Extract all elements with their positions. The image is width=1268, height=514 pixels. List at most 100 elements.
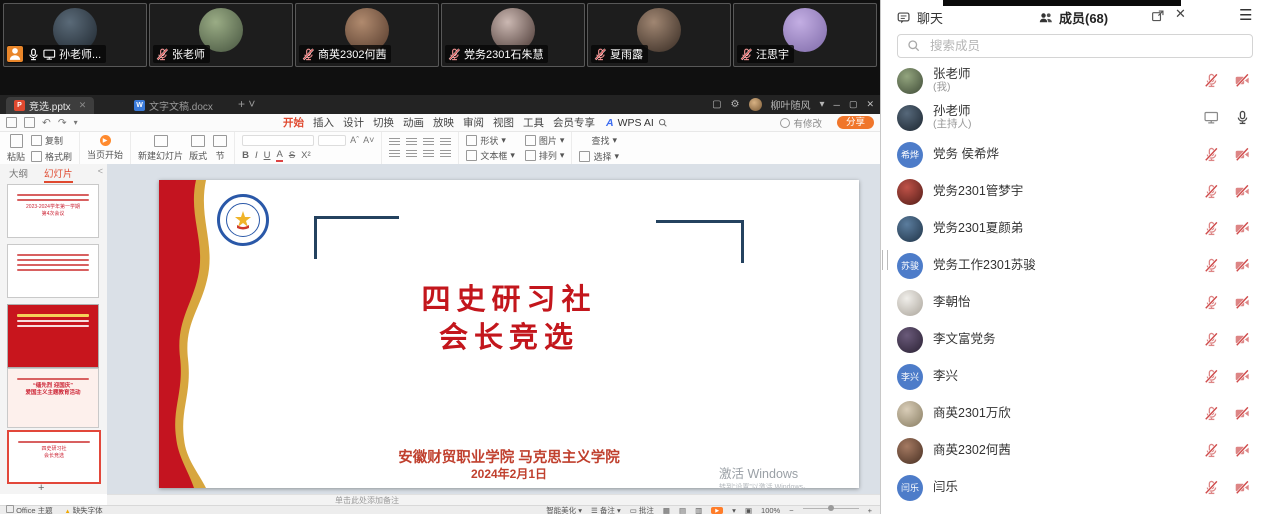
new-slide-button[interactable]: 新建幻灯片 (138, 135, 183, 162)
cam-muted-icon[interactable] (1235, 73, 1250, 88)
justify-icon[interactable] (440, 150, 451, 158)
view-sorter-icon[interactable]: ▤ (679, 506, 686, 514)
settings-gear-icon[interactable]: ⚙ (731, 99, 740, 110)
mic-on-icon[interactable] (1235, 110, 1250, 125)
underline-button[interactable]: U (264, 150, 271, 161)
member-row[interactable]: 党务2301夏颜弟 (881, 210, 1268, 247)
ribbon-search-icon[interactable] (658, 118, 668, 128)
comments-button[interactable]: ▭ 批注 (630, 505, 654, 514)
chevron-down-icon[interactable]: ▾ (820, 99, 825, 110)
picture-button[interactable]: 图片 ▾ (525, 134, 565, 147)
video-tile[interactable]: 党务2301石朱慧 (441, 3, 585, 67)
cam-muted-icon[interactable] (1235, 258, 1250, 273)
mic-muted-icon[interactable] (1204, 295, 1219, 310)
cam-muted-icon[interactable] (1235, 147, 1250, 162)
new-document-tab-button[interactable]: + ˅ (238, 97, 255, 111)
cam-muted-icon[interactable] (1235, 184, 1250, 199)
member-row[interactable]: 党务2301管梦宇 (881, 173, 1268, 210)
font-family-select[interactable] (242, 135, 314, 146)
ribbon-tab-设计[interactable]: 设计 (343, 115, 364, 130)
file-tab-doc[interactable]: W文字文稿.docx (126, 97, 221, 114)
cam-muted-icon[interactable] (1235, 295, 1250, 310)
arrange-button[interactable]: 排列 ▾ (525, 149, 565, 162)
ribbon-tab-审阅[interactable]: 审阅 (463, 115, 484, 130)
zoom-slider[interactable] (803, 508, 859, 509)
zoom-out-button[interactable]: − (789, 506, 793, 514)
maximize-button[interactable]: ▢ (849, 99, 858, 110)
notes-toggle-button[interactable]: ☰ 备注 ▾ (591, 505, 621, 514)
slide-thumbnail-1[interactable]: 2023-2024学年第一学期第4次会议 (7, 184, 99, 238)
font-color-button[interactable]: A (276, 149, 282, 162)
mic-muted-icon[interactable] (1204, 332, 1219, 347)
font-shrink-icon[interactable]: A˅ (363, 135, 374, 145)
line-spacing-icon[interactable] (440, 138, 451, 146)
font-grow-icon[interactable]: Aˆ (350, 135, 359, 145)
copy-button[interactable]: 复制 (31, 134, 72, 147)
ribbon-tab-工具[interactable]: 工具 (523, 115, 544, 130)
mic-muted-icon[interactable] (1204, 147, 1219, 162)
print-icon[interactable] (24, 117, 35, 128)
shapes-button[interactable]: 形状 ▾ (466, 134, 515, 147)
play-from-current-button[interactable]: ▶ 当页开始 (87, 135, 123, 161)
slide-canvas[interactable]: 四史研习社 会长竞选 安徽财贸职业学院 马克思主义学院 2024年2月1日 激活… (159, 180, 859, 488)
mic-muted-icon[interactable] (1204, 406, 1219, 421)
mic-muted-icon[interactable] (1204, 258, 1219, 273)
view-normal-icon[interactable]: ▦ (663, 506, 670, 514)
layout-button[interactable]: 版式 (189, 135, 207, 162)
tab-chat[interactable]: 聊天 (897, 8, 943, 27)
select-button[interactable]: 选择 ▾ (579, 150, 619, 163)
zoom-slider-knob[interactable] (828, 505, 834, 511)
wps-user-name[interactable]: 柳叶随风 (771, 97, 811, 112)
cam-muted-icon[interactable] (1235, 369, 1250, 384)
view-reading-icon[interactable]: ▥ (695, 506, 702, 514)
cam-muted-icon[interactable] (1235, 443, 1250, 458)
screen-icon[interactable] (1204, 110, 1219, 125)
chevron-down-icon[interactable]: ▾ (74, 118, 78, 127)
superscript-button[interactable]: X² (301, 150, 311, 161)
missing-fonts-warning[interactable]: ▲ 缺失字体 (65, 505, 103, 514)
video-tile[interactable]: 汪思宇 (733, 3, 877, 67)
split-view-icon[interactable]: ▢ (712, 99, 721, 110)
find-button[interactable]: 查找 ▾ (579, 134, 619, 147)
mic-muted-icon[interactable] (1204, 221, 1219, 236)
ribbon-tab-开始[interactable]: 开始 (283, 115, 304, 130)
mic-muted-icon[interactable] (1204, 443, 1219, 458)
file-tab-ppt[interactable]: P竞选.pptx✕ (6, 97, 94, 114)
italic-button[interactable]: I (255, 150, 258, 161)
member-row[interactable]: 李文富党务 (881, 321, 1268, 358)
wps-ai-cluster[interactable]: A WPS AI (606, 114, 668, 131)
tab-slides[interactable]: 幻灯片 (44, 166, 73, 183)
video-tile[interactable]: 孙老师... (3, 3, 147, 67)
video-tile[interactable]: 张老师 (149, 3, 293, 67)
zoom-in-button[interactable]: + (868, 506, 872, 514)
fullscreen-icon[interactable]: ▣ (745, 506, 752, 514)
slide-thumbnail-5[interactable]: 四史研习社会长竞选 (7, 430, 101, 484)
format-painter-button[interactable]: 格式刷 (31, 150, 72, 163)
ribbon-tab-放映[interactable]: 放映 (433, 115, 454, 130)
undo-icon[interactable]: ↶ (42, 117, 51, 129)
share-button[interactable]: 分享 (837, 116, 874, 129)
slide-thumbnail-3[interactable] (7, 304, 99, 368)
wps-user-avatar[interactable] (749, 98, 762, 111)
align-right-icon[interactable] (423, 150, 434, 158)
mic-muted-icon[interactable] (1204, 480, 1219, 495)
smart-beautify-button[interactable]: 智能美化 ▾ (546, 505, 582, 514)
collapse-panel-icon[interactable]: < (98, 166, 103, 176)
strikethrough-button[interactable]: S (289, 150, 295, 161)
member-row[interactable]: 商英2302何茜 (881, 432, 1268, 469)
close-panel-icon[interactable]: ✕ (1175, 6, 1186, 22)
textbox-button[interactable]: 文本框 ▾ (466, 149, 515, 162)
slide-thumbnail-2[interactable] (7, 244, 99, 298)
mic-muted-icon[interactable] (1204, 369, 1219, 384)
video-tile[interactable]: 商英2302何茜 (295, 3, 439, 67)
bold-button[interactable]: B (242, 150, 249, 161)
video-tile[interactable]: 夏雨露 (587, 3, 731, 67)
ribbon-tab-视图[interactable]: 视图 (493, 115, 514, 130)
indent-icon[interactable] (423, 138, 434, 146)
member-row[interactable]: 孙老师(主持人) (881, 99, 1268, 136)
cam-muted-icon[interactable] (1235, 480, 1250, 495)
member-search-input[interactable] (928, 38, 1252, 54)
slide-thumbnail-4[interactable]: “缅先烈 迎国庆”爱国主义主题教育活动 (7, 368, 99, 428)
paste-button[interactable]: 粘贴 (7, 134, 25, 163)
tab-outline[interactable]: 大纲 (9, 166, 28, 180)
